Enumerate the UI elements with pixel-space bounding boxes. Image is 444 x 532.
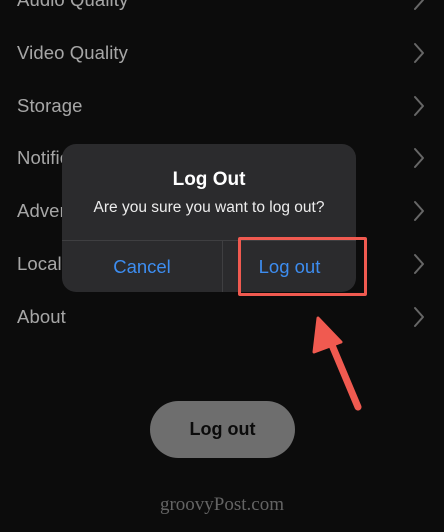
pointer-arrow-icon bbox=[312, 316, 362, 411]
